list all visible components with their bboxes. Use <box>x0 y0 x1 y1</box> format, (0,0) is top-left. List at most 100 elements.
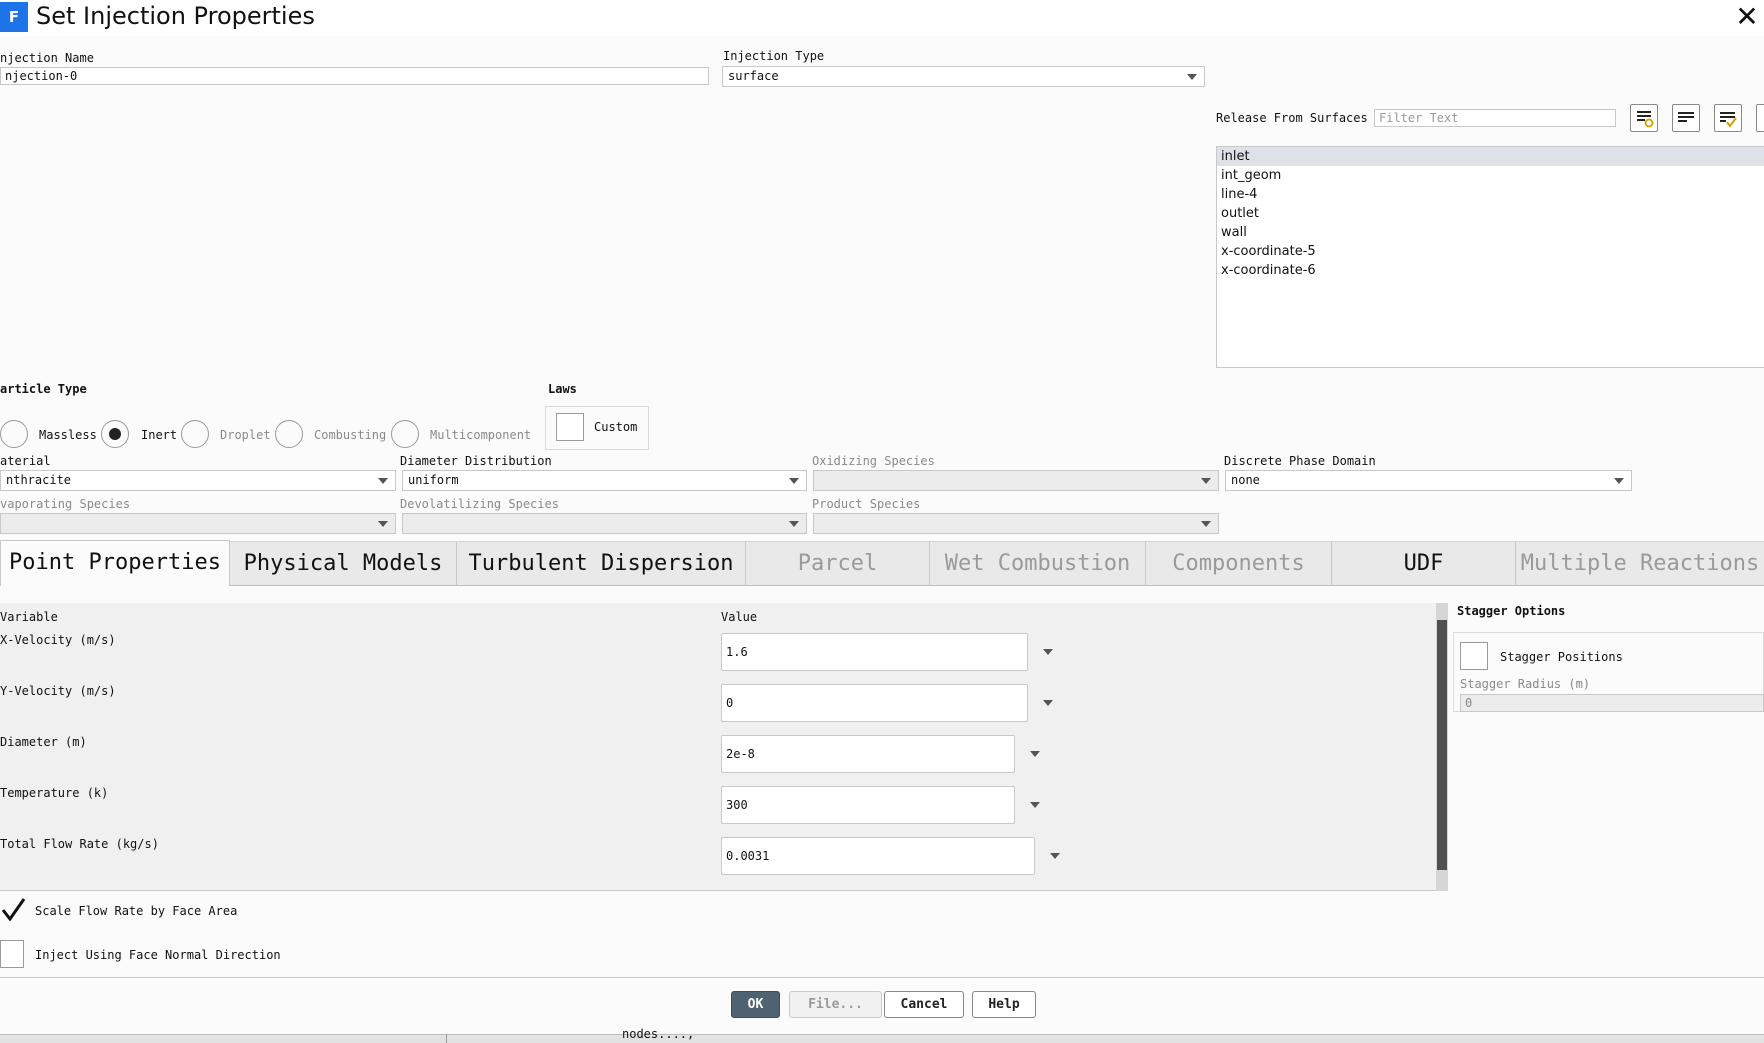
total-flow-rate-input[interactable]: 0.0031 <box>721 837 1035 875</box>
surface-list-item[interactable]: inlet <box>1217 147 1764 166</box>
surface-filter-input[interactable]: Filter Text <box>1374 109 1616 127</box>
combusting-radio[interactable] <box>275 420 303 448</box>
combusting-label: Combusting <box>314 428 387 442</box>
stagger-radius-label: Stagger Radius (m) <box>1460 677 1591 691</box>
cancel-button[interactable]: Cancel <box>884 991 964 1018</box>
oxidizing-species-select[interactable] <box>813 470 1219 491</box>
value-header: Value <box>721 610 758 624</box>
material-value: nthracite <box>6 473 72 487</box>
product-species-label: Product Species <box>812 497 921 511</box>
devolatilizing-species-label: Devolatilizing Species <box>400 497 559 511</box>
tab-point-properties[interactable]: Point Properties <box>0 540 230 586</box>
scale-flow-rate-checkbox[interactable] <box>0 896 28 924</box>
chevron-down-icon <box>378 521 388 527</box>
devolatilizing-species-select[interactable] <box>402 513 807 534</box>
help-button[interactable]: Help <box>972 991 1036 1018</box>
chevron-down-icon <box>789 521 799 527</box>
diameter-input[interactable]: 2e-8 <box>721 735 1015 773</box>
fluent-app-icon: F <box>0 2 28 32</box>
diameter-distribution-value: uniform <box>408 473 459 487</box>
chevron-down-icon <box>1201 521 1211 527</box>
inject-face-normal-checkbox[interactable] <box>0 940 24 968</box>
custom-laws-label: Custom <box>594 420 638 434</box>
chevron-down-icon[interactable] <box>1050 853 1060 859</box>
diameter-distribution-select[interactable]: uniform <box>402 470 807 491</box>
point-properties-panel: Variable Value X-Velocity (m/s) 1.6 Y-Ve… <box>0 603 1448 891</box>
material-select[interactable]: nthracite <box>0 470 396 491</box>
y-velocity-input[interactable]: 0 <box>721 684 1028 722</box>
variable-header: Variable <box>0 610 58 624</box>
list-lines-icon <box>1678 112 1694 122</box>
chevron-down-icon <box>1187 74 1197 80</box>
discrete-phase-domain-select[interactable]: none <box>1225 470 1632 491</box>
diameter-distribution-label: Diameter Distribution <box>400 454 552 468</box>
particle-type-label: article Type <box>0 382 87 396</box>
console-text: nodes...., <box>622 1027 695 1041</box>
file-button[interactable]: File... <box>789 991 882 1018</box>
tab-turbulent-dispersion[interactable]: Turbulent Dispersion <box>457 542 746 586</box>
chevron-down-icon <box>1614 478 1624 484</box>
select-all-button[interactable] <box>1714 104 1742 132</box>
surface-list-item[interactable]: int_geom <box>1217 166 1764 185</box>
tab-wet-combustion[interactable]: Wet Combustion <box>930 542 1146 586</box>
chevron-down-icon[interactable] <box>1030 751 1040 757</box>
droplet-radio[interactable] <box>181 420 209 448</box>
scale-flow-rate-label: Scale Flow Rate by Face Area <box>35 904 238 918</box>
chevron-down-icon <box>1201 478 1211 484</box>
injection-type-label: Injection Type <box>723 49 825 63</box>
checkmark-icon <box>1 898 26 922</box>
footer-divider <box>0 977 1764 978</box>
release-from-surfaces-label: Release From Surfaces <box>1216 111 1368 125</box>
tab-multiple-reactions[interactable]: Multiple Reactions <box>1516 542 1764 586</box>
tab-physical-models[interactable]: Physical Models <box>230 542 457 586</box>
laws-label: Laws <box>548 382 577 396</box>
surface-list-item[interactable]: x-coordinate-5 <box>1217 242 1764 261</box>
surface-list-item[interactable]: outlet <box>1217 204 1764 223</box>
custom-laws-checkbox[interactable] <box>556 413 584 441</box>
stagger-positions-label: Stagger Positions <box>1500 650 1623 664</box>
product-species-select[interactable] <box>813 513 1219 534</box>
stagger-radius-input[interactable]: 0 <box>1460 694 1764 712</box>
list-filter-icon <box>1637 111 1654 128</box>
temperature-input[interactable]: 300 <box>721 786 1015 824</box>
discrete-phase-domain-value: none <box>1231 473 1260 487</box>
chevron-down-icon[interactable] <box>1043 649 1053 655</box>
injection-type-select[interactable]: surface <box>722 66 1205 87</box>
tab-udf[interactable]: UDF <box>1332 542 1516 586</box>
oxidizing-species-label: Oxidizing Species <box>812 454 935 468</box>
surface-list-item[interactable]: x-coordinate-6 <box>1217 261 1764 280</box>
injection-name-input[interactable]: njection-0 <box>0 67 709 85</box>
multicomponent-radio[interactable] <box>391 420 419 448</box>
inject-face-normal-label: Inject Using Face Normal Direction <box>35 948 281 962</box>
properties-scroll-thumb[interactable] <box>1437 620 1447 870</box>
diameter-label: Diameter (m) <box>0 735 87 749</box>
x-velocity-input[interactable]: 1.6 <box>721 633 1028 671</box>
chevron-down-icon[interactable] <box>1030 802 1040 808</box>
material-label: aterial <box>0 454 51 468</box>
droplet-label: Droplet <box>220 428 271 442</box>
deselect-all-button[interactable] <box>1672 104 1700 132</box>
list-check-icon <box>1720 112 1737 128</box>
list-options-button[interactable] <box>1756 104 1764 132</box>
tab-components[interactable]: Components <box>1146 542 1332 586</box>
evaporating-species-select[interactable] <box>0 513 396 534</box>
chevron-down-icon <box>378 478 388 484</box>
close-icon[interactable]: ✕ <box>1732 2 1762 32</box>
console-strip <box>0 1034 1764 1043</box>
massless-radio[interactable] <box>0 420 28 448</box>
multicomponent-label: Multicomponent <box>430 428 532 442</box>
x-velocity-label: X-Velocity (m/s) <box>0 633 116 647</box>
injection-name-label: njection Name <box>0 51 94 65</box>
y-velocity-label: Y-Velocity (m/s) <box>0 684 116 698</box>
ok-button[interactable]: OK <box>731 991 780 1018</box>
tab-parcel[interactable]: Parcel <box>746 542 930 586</box>
surface-list-item[interactable]: wall <box>1217 223 1764 242</box>
surface-list-item[interactable]: line-4 <box>1217 185 1764 204</box>
chevron-down-icon <box>789 478 799 484</box>
property-tabs: Point Properties Physical Models Turbule… <box>0 540 1764 586</box>
select-surfaces-button[interactable] <box>1630 104 1658 132</box>
stagger-positions-checkbox[interactable] <box>1460 642 1488 670</box>
surface-list[interactable]: inlet int_geom line-4 outlet wall x-coordinat… <box>1216 146 1764 368</box>
inert-radio[interactable] <box>101 420 129 448</box>
chevron-down-icon[interactable] <box>1043 700 1053 706</box>
